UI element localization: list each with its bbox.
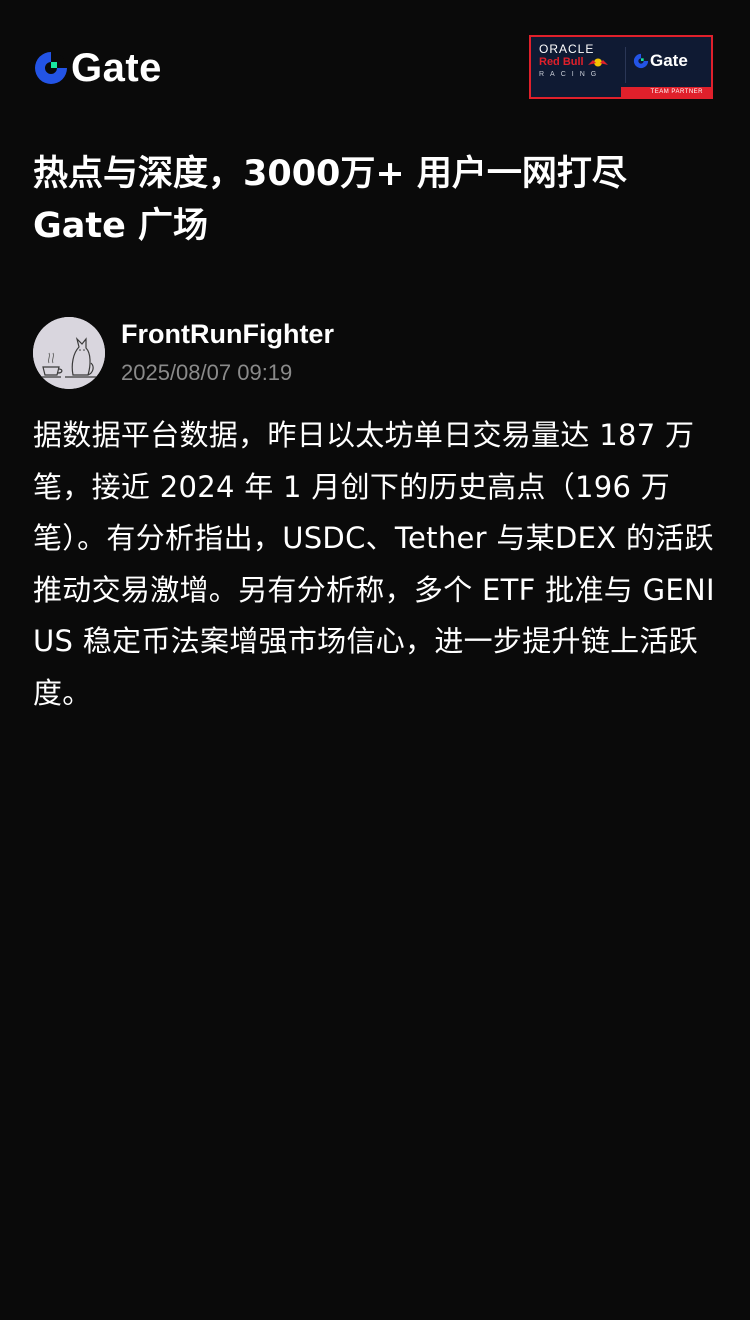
post-body: 据数据平台数据，昨日以太坊单日交易量达 187 万笔，接近 2024 年 1 月… xyxy=(33,418,715,710)
team-partner-text: TEAM PARTNER xyxy=(650,89,703,95)
badge-gate-logo: Gate xyxy=(633,51,688,71)
gate-logo[interactable]: Gate xyxy=(33,46,162,90)
cat-illustration-icon xyxy=(33,317,105,389)
redbull-text: Red Bull xyxy=(539,56,584,68)
badge-divider xyxy=(625,47,626,83)
team-partner-badge: ORACLE Red Bull RACING Gate TEAM PARTNER xyxy=(529,35,713,99)
oracle-text: ORACLE xyxy=(539,42,595,56)
oracle-redbull-racing-logo: ORACLE Red Bull RACING xyxy=(539,43,619,87)
racing-text: RACING xyxy=(539,71,603,78)
post-timestamp: 2025/08/07 09:19 xyxy=(121,360,293,385)
redbull-text-row: Red Bull xyxy=(539,56,619,69)
badge-gate-text: Gate xyxy=(650,51,688,70)
page-headline: 热点与深度，3000万+ 用户一网打尽 Gate 广场 xyxy=(33,154,627,246)
bull-icon xyxy=(587,58,608,67)
post-author: FrontRunFighter 2025/08/07 09:19 xyxy=(33,317,723,389)
gate-logo-icon xyxy=(35,52,67,84)
avatar[interactable] xyxy=(33,317,105,389)
app-header: Gate ORACLE Red Bull RACING Gate TEAM PA… xyxy=(0,0,750,110)
author-name[interactable]: FrontRunFighter xyxy=(121,317,334,351)
gate-logo-small-icon xyxy=(633,53,649,69)
logo-text: Gate xyxy=(71,46,162,90)
